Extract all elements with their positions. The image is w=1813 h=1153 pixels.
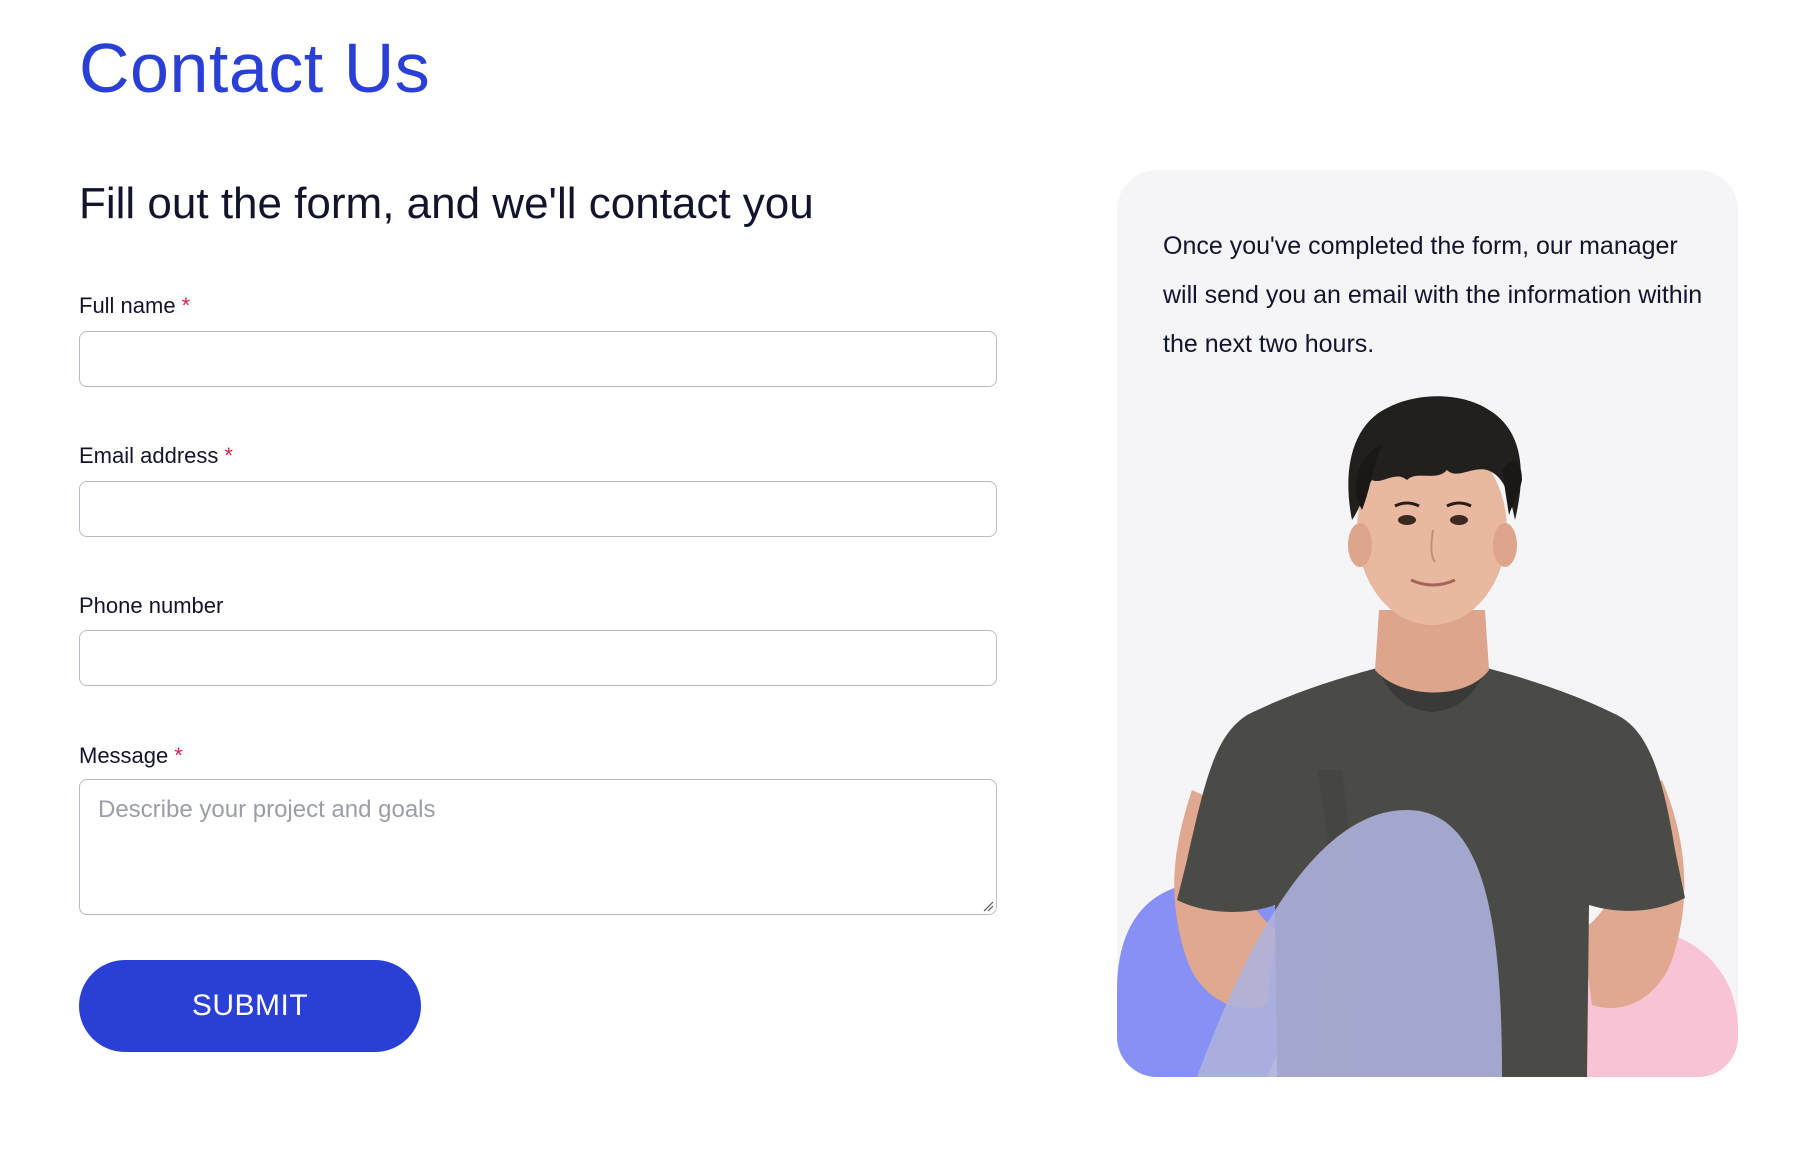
email-label-text: Email address [79,443,219,468]
submit-button[interactable]: SUBMIT [79,960,421,1052]
message-label: Message * [79,742,183,770]
phone-input[interactable] [79,630,997,686]
resize-handle-icon[interactable] [982,900,994,912]
required-mark: * [174,743,183,768]
full-name-label: Full name * [79,292,190,320]
message-textarea[interactable] [79,779,997,915]
phone-label-text: Phone number [79,593,224,618]
required-mark: * [224,443,233,468]
info-card: Once you've completed the form, our mana… [1117,170,1738,1077]
email-input[interactable] [79,481,997,537]
person-photo [1117,396,1738,1077]
message-label-text: Message [79,743,169,768]
required-mark: * [181,293,191,318]
page-title: Contact Us [79,29,431,107]
contact-page: Contact Us Fill out the form, and we'll … [0,0,1813,1153]
full-name-input[interactable] [79,331,997,387]
full-name-label-text: Full name [79,293,176,318]
form-heading: Fill out the form, and we'll contact you [79,179,814,228]
email-label: Email address * [79,442,233,470]
phone-label: Phone number [79,592,223,620]
